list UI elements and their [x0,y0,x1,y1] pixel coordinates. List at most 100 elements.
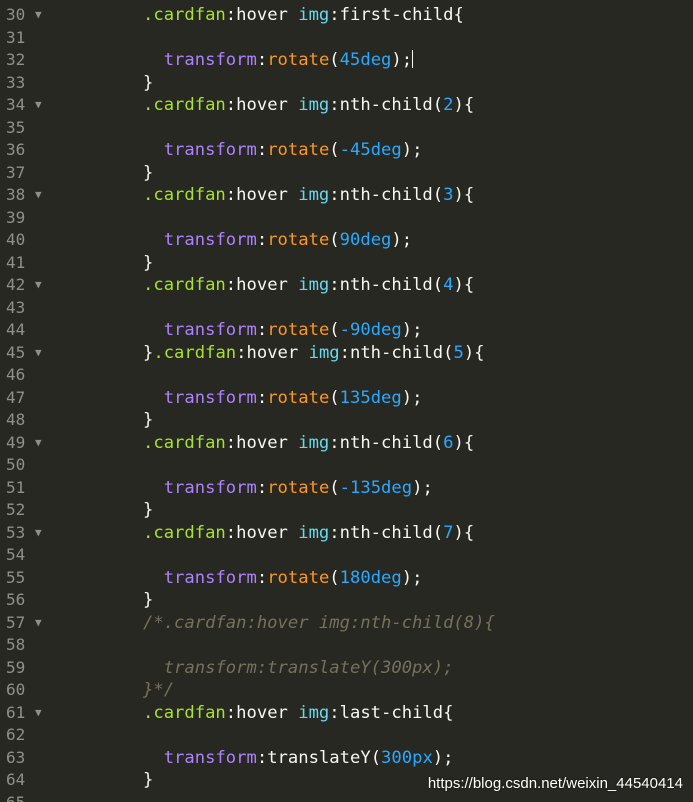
code-text[interactable]: } [143,499,153,522]
code-text[interactable]: transform:rotate(135deg); [143,387,423,410]
code-token: } [143,72,154,93]
code-line[interactable]: 44 transform:rotate(-90deg); [0,319,693,342]
code-line[interactable]: 35 [0,117,693,140]
code-editor[interactable]: 30 ▼ .cardfan:hover img:first-child{31 32 t… [0,0,693,802]
code-text[interactable]: transform:rotate(-45deg); [143,139,423,162]
code-line[interactable]: 32 transform:rotate(45deg); [0,49,693,72]
code-text[interactable]: } [143,72,153,95]
code-text[interactable]: } [143,769,153,792]
code-token: 2 [443,95,454,115]
code-line[interactable]: 48} [0,409,693,432]
code-line[interactable]: 38 ▼ .cardfan:hover img:nth-child(3){ [0,184,693,207]
code-text[interactable]: }*/ [143,679,174,702]
fold-arrow-icon[interactable]: ▼ [35,702,42,725]
line-number: 31 [6,27,26,47]
line-number: 46 [6,365,26,384]
line-number: 38 [6,185,26,204]
code-line[interactable]: 56} [0,589,693,612]
code-token: transform [163,50,257,70]
code-text[interactable]: .cardfan:hover img:first-child{ [143,4,464,27]
code-token: /*.cardfan:hover img:nth-child(8){ [143,612,495,633]
fold-arrow-icon[interactable]: ▼ [35,522,42,545]
code-text[interactable]: .cardfan:hover img:nth-child(7){ [143,522,474,545]
code-line[interactable]: 57 ▼ /*.cardfan:hover img:nth-child(8){ [0,612,693,635]
fold-arrow-icon[interactable]: ▼ [35,274,42,297]
fold-arrow-icon[interactable]: ▼ [35,612,42,635]
code-token: :nth-child( [329,432,444,453]
code-text[interactable]: transform:rotate(45deg); [143,49,414,72]
code-line[interactable]: 30 ▼ .cardfan:hover img:first-child{ [0,4,693,27]
code-text[interactable]: .cardfan:hover img:nth-child(6){ [143,432,474,455]
watermark: https://blog.csdn.net/weixin_44540414 [427,775,683,792]
code-line[interactable]: 63 transform:translateY(300px); [0,747,693,770]
code-line[interactable]: 42 ▼ .cardfan:hover img:nth-child(4){ [0,274,693,297]
fold-arrow-icon[interactable]: ▼ [35,432,42,455]
code-line[interactable]: 51 transform:rotate(-135deg); [0,477,693,500]
code-line[interactable]: 49 ▼ .cardfan:hover img:nth-child(6){ [0,432,693,455]
line-number: 55 [6,567,26,587]
code-token: ( [329,477,340,498]
code-token: :hover [225,702,299,723]
fold-arrow-icon[interactable]: ▼ [35,4,42,27]
code-line[interactable]: 33} [0,72,693,95]
code-token: :nth-child( [329,95,444,115]
code-text[interactable]: } [143,409,153,432]
code-text[interactable]: transform:translateY(300px); [143,747,454,770]
fold-arrow-icon[interactable]: ▼ [35,184,42,207]
code-line[interactable]: 41} [0,252,693,275]
code-text[interactable]: transform:rotate(180deg); [143,567,423,590]
code-line[interactable]: 39 [0,207,693,230]
code-text[interactable]: .cardfan:hover img:last-child{ [143,702,453,725]
code-line[interactable]: 36 transform:rotate(-45deg); [0,139,693,162]
line-number: 37 [6,162,26,182]
code-line[interactable]: 60}*/ [0,679,693,702]
code-text[interactable]: }.cardfan:hover img:nth-child(5){ [143,342,485,365]
code-text[interactable]: } [143,252,153,275]
code-line[interactable]: 46 [0,364,693,387]
code-text[interactable]: .cardfan:hover img:nth-child(2){ [143,94,474,117]
code-text[interactable]: transform:rotate(-90deg); [143,319,423,342]
code-line[interactable]: 62 [0,724,693,747]
line-number: 32 [6,50,26,69]
code-text[interactable]: transform:rotate(90deg); [143,229,412,252]
code-line[interactable]: 40 transform:rotate(90deg); [0,229,693,252]
code-line[interactable]: 61 ▼ .cardfan:hover img:last-child{ [0,702,693,725]
code-line[interactable]: 54 [0,544,693,567]
code-text[interactable]: .cardfan:hover img:nth-child(3){ [143,184,474,207]
fold-arrow-icon[interactable]: ▼ [35,94,42,117]
code-token: ){ [453,185,475,205]
code-text[interactable]: } [143,589,153,612]
line-number: 30 [6,5,26,24]
code-line[interactable]: 55 transform:rotate(180deg); [0,567,693,590]
code-line[interactable]: 52} [0,499,693,522]
code-line[interactable]: 58 [0,634,693,657]
code-token: .cardfan [143,185,226,205]
code-line[interactable]: 31 [0,27,693,50]
code-token: : [256,477,268,498]
code-token: rotate [267,230,330,250]
code-line[interactable]: 43 [0,297,693,320]
code-text[interactable]: .cardfan:hover img:nth-child(4){ [143,274,474,297]
code-text[interactable]: transform:translateY(300px); [143,657,454,680]
code-line[interactable]: 65 [0,792,693,802]
code-line[interactable]: 53 ▼ .cardfan:hover img:nth-child(7){ [0,522,693,545]
code-line[interactable]: 47 transform:rotate(135deg); [0,387,693,410]
code-token: transform [163,477,257,498]
code-text[interactable]: transform:rotate(-135deg); [143,477,433,500]
fold-arrow-icon[interactable]: ▼ [35,342,42,365]
line-number: 58 [6,635,26,654]
line-number: 47 [6,387,26,407]
code-text[interactable]: } [143,162,153,185]
code-line[interactable]: 37} [0,162,693,185]
code-token: img [298,185,330,205]
code-line[interactable]: 50 [0,454,693,477]
code-text[interactable]: /*.cardfan:hover img:nth-child(8){ [143,612,495,635]
code-token: } [143,770,154,790]
code-line[interactable]: 45 ▼}.cardfan:hover img:nth-child(5){ [0,342,693,365]
line-number: 43 [6,297,26,317]
code-token: :nth-child( [339,342,454,363]
code-line[interactable]: 34 ▼ .cardfan:hover img:nth-child(2){ [0,94,693,117]
code-line[interactable]: 59 transform:translateY(300px); [0,657,693,680]
code-token: transform [163,230,257,250]
code-token: 7 [443,522,454,543]
